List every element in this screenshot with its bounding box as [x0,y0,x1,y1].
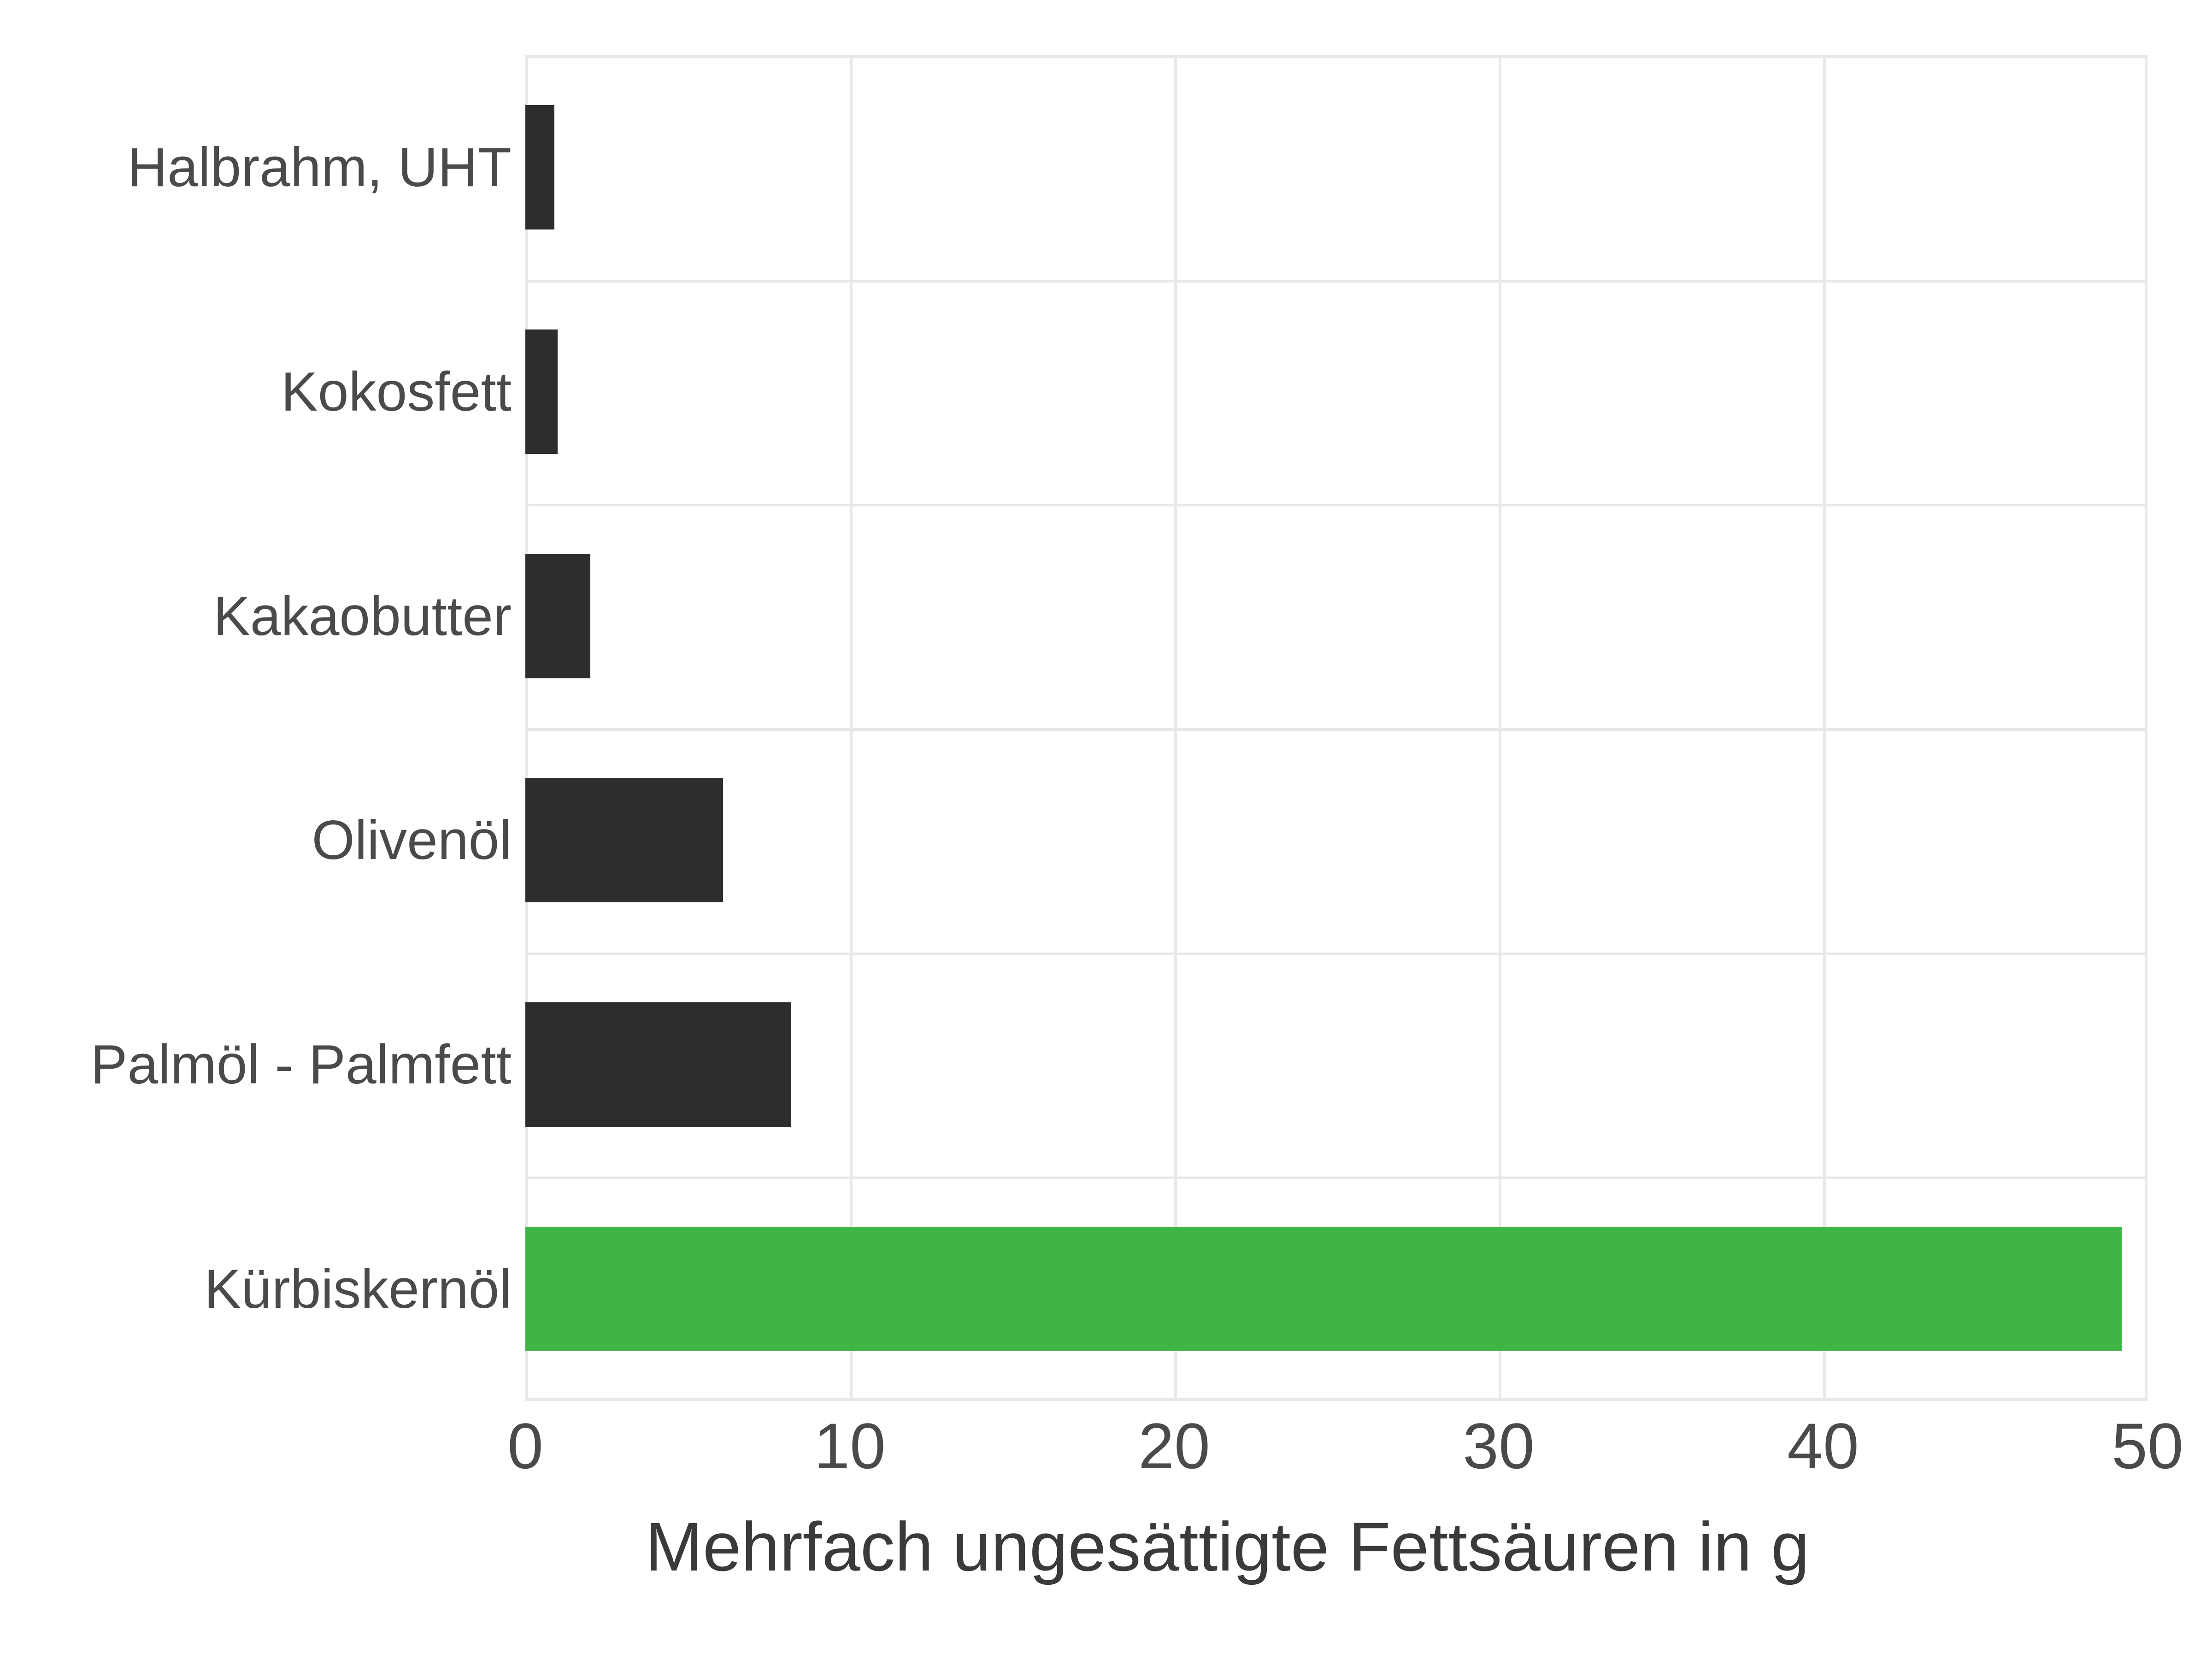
gridline-h [525,280,2147,282]
bar-kokosfett [525,329,558,454]
gridline-h [525,1398,2147,1401]
x-tick-label: 40 [1787,1414,1859,1478]
x-tick-label: 50 [2112,1414,2183,1478]
y-category-label: Kürbiskernöl [23,1259,512,1319]
gridline-h [525,728,2147,731]
bar-kuerbiskernoel [525,1227,2122,1351]
y-category-label: Kakaobutter [23,586,512,647]
bar-kakaobutter [525,554,590,678]
x-tick-label: 10 [814,1414,886,1478]
x-axis-title: Mehrfach ungesättigte Fettsäuren in g [645,1507,1810,1587]
x-tick-label: 20 [1138,1414,1210,1478]
chart-container: Halbrahm, UHT Kokosfett Kakaobutter Oliv… [0,0,2212,1659]
x-tick-label: 0 [507,1414,543,1478]
x-tick-label: 30 [1463,1414,1535,1478]
y-category-label: Kokosfett [23,361,512,422]
y-category-label: Olivenöl [23,810,512,871]
plot-area: 0 10 20 30 40 50 Mehrfach ungesättigte F… [525,55,2147,1401]
gridline-h [525,953,2147,955]
y-category-label: Palmöl - Palmfett [23,1034,512,1095]
bar-halbrahm [525,105,554,229]
gridline-h [525,1177,2147,1179]
gridline-h [525,504,2147,506]
bar-palmoel [525,1002,791,1127]
bar-olivenoel [525,778,723,902]
y-category-label: Halbrahm, UHT [23,137,512,198]
gridline-h [525,55,2147,58]
y-axis-labels: Halbrahm, UHT Kokosfett Kakaobutter Oliv… [0,55,525,1401]
